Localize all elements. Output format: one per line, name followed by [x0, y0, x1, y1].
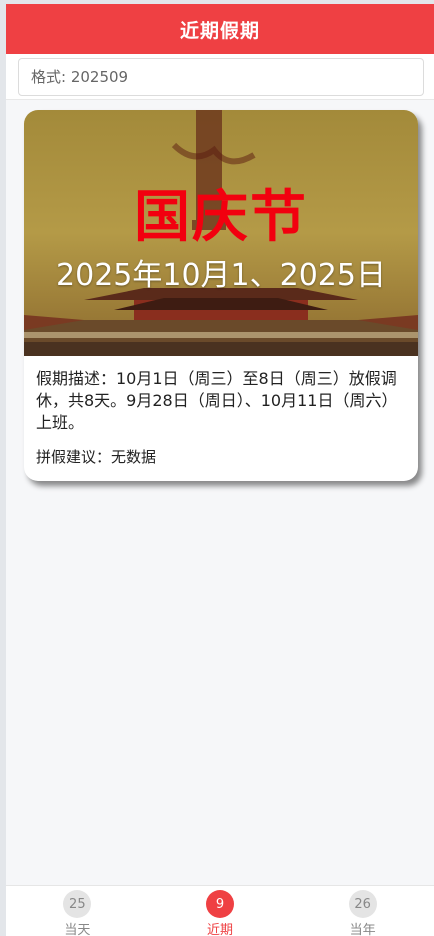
holiday-date: 2025年10月1、2025日	[56, 258, 386, 293]
tab-recent[interactable]: 9 近期	[180, 890, 260, 936]
search-input[interactable]	[18, 58, 424, 96]
holiday-suggestion: 拼假建议：无数据	[36, 448, 157, 466]
tab-label: 近期	[206, 923, 233, 936]
tab-label: 当年	[349, 923, 376, 936]
tab-year[interactable]: 26 当年	[323, 890, 403, 936]
bottom-tab-bar: 25 当天 9 近期 26 当年	[6, 885, 434, 936]
calendar-day-icon: 25	[63, 890, 92, 918]
search-bar	[6, 54, 434, 100]
holiday-name: 国庆节	[134, 185, 308, 250]
calendar-year-icon: 26	[348, 890, 377, 918]
holiday-description: 假期描述：10月1日（周三）至8日（周三）放假调休，共8天。9月28日（周日）、…	[36, 369, 398, 432]
calendar-month-icon: 9	[205, 890, 234, 918]
app-window: 近期假期 格式: 202509 国庆节 2025年10月1、2025日 假期描述…	[6, 4, 434, 936]
holiday-banner: 国庆节 2025年10月1、2025日	[24, 110, 418, 356]
page-title: 近期假期	[179, 19, 260, 42]
holiday-card[interactable]: 国庆节 2025年10月1、2025日 假期描述：10月1日（周三）至8日（周三…	[24, 110, 418, 481]
holiday-details: 假期描述：10月1日（周三）至8日（周三）放假调休，共8天。9月28日（周日）、…	[24, 356, 418, 481]
page-header: 近期假期	[6, 4, 434, 54]
tab-label: 当天	[64, 923, 91, 936]
tab-today[interactable]: 25 当天	[37, 890, 117, 936]
